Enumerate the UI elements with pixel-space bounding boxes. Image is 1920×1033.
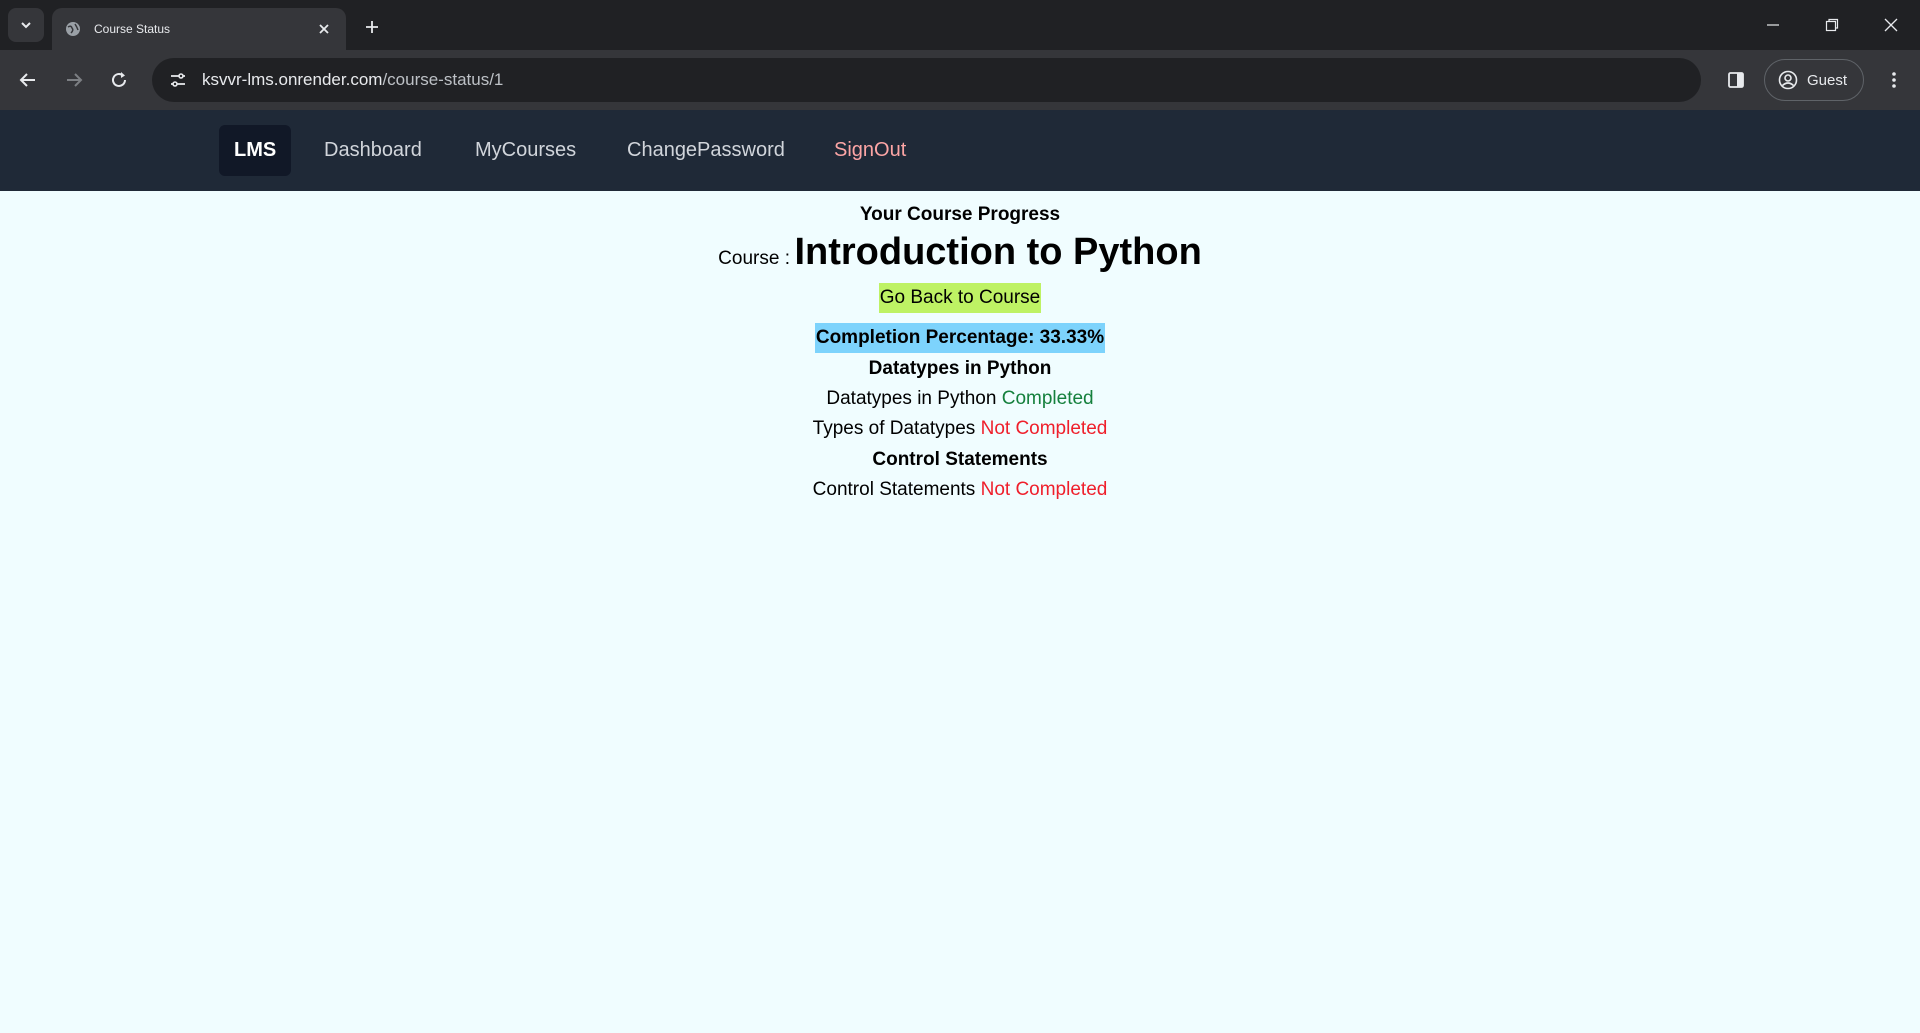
close-tab-icon[interactable]: [312, 17, 336, 41]
url-host: ksvvr-lms.onrender.com: [202, 70, 383, 89]
course-progress-section: Your Course Progress Course : Introducti…: [0, 201, 1920, 505]
side-panel-icon[interactable]: [1722, 66, 1750, 94]
address-bar[interactable]: ksvvr-lms.onrender.com/course-status/1: [152, 58, 1701, 102]
page-status-row: Control Statements Not Completed: [0, 475, 1920, 505]
page-heading: Your Course Progress: [859, 204, 1061, 225]
page-title: Types of Datatypes: [812, 418, 976, 439]
profile-button[interactable]: Guest: [1764, 59, 1864, 101]
browser-tab-bar: Course Status: [0, 0, 1920, 50]
kebab-menu-icon[interactable]: [1880, 66, 1908, 94]
close-window-icon[interactable]: [1876, 10, 1906, 40]
restore-icon[interactable]: [1817, 10, 1847, 40]
back-arrow-icon[interactable]: [14, 66, 42, 94]
url-path: /course-status/1: [382, 70, 504, 89]
page-status-not-completed: Not Completed: [980, 418, 1108, 439]
app-navbar: LMS Dashboard MyCourses ChangePassword S…: [0, 110, 1920, 191]
chevron-down-icon: [21, 22, 31, 29]
nav-link-dashboard[interactable]: Dashboard: [324, 125, 422, 176]
new-tab-icon[interactable]: [358, 13, 386, 41]
nav-link-signout[interactable]: SignOut: [834, 125, 906, 176]
browser-toolbar: ksvvr-lms.onrender.com/course-status/1 G…: [0, 50, 1920, 110]
browser-tab[interactable]: Course Status: [52, 8, 346, 50]
page-title: Datatypes in Python: [826, 388, 997, 409]
forward-arrow-icon[interactable]: [60, 66, 88, 94]
nav-link-mycourses[interactable]: MyCourses: [475, 125, 576, 176]
page-status-not-completed: Not Completed: [980, 479, 1108, 500]
url-text: ksvvr-lms.onrender.com/course-status/1: [202, 70, 503, 90]
nav-link-changepassword[interactable]: ChangePassword: [627, 125, 785, 176]
page-status-completed: Completed: [1001, 388, 1094, 409]
site-info-icon[interactable]: [164, 66, 192, 94]
course-name: Introduction to Python: [794, 231, 1202, 273]
chapter-title: Control Statements: [872, 449, 1048, 470]
page-title: Control Statements: [812, 479, 976, 500]
chapter-title: Datatypes in Python: [868, 358, 1052, 379]
page-status-row: Types of Datatypes Not Completed: [0, 414, 1920, 444]
page-status-row: Datatypes in Python Completed: [0, 384, 1920, 414]
tab-title: Course Status: [94, 22, 171, 36]
tab-search-button[interactable]: [8, 8, 44, 42]
course-title-line: Course : Introduction to Python: [0, 229, 1920, 275]
completion-percentage-label: Completion Percentage: 33.33%: [814, 323, 1106, 353]
brand-logo-link[interactable]: LMS: [219, 125, 292, 176]
account-icon: [1777, 69, 1799, 91]
reload-icon[interactable]: [105, 66, 133, 94]
globe-icon: [64, 20, 82, 38]
profile-label: Guest: [1807, 71, 1848, 89]
course-prefix-label: Course :: [718, 248, 790, 269]
go-back-to-course-button[interactable]: Go Back to Course: [878, 283, 1042, 313]
minimize-icon[interactable]: [1758, 10, 1788, 40]
